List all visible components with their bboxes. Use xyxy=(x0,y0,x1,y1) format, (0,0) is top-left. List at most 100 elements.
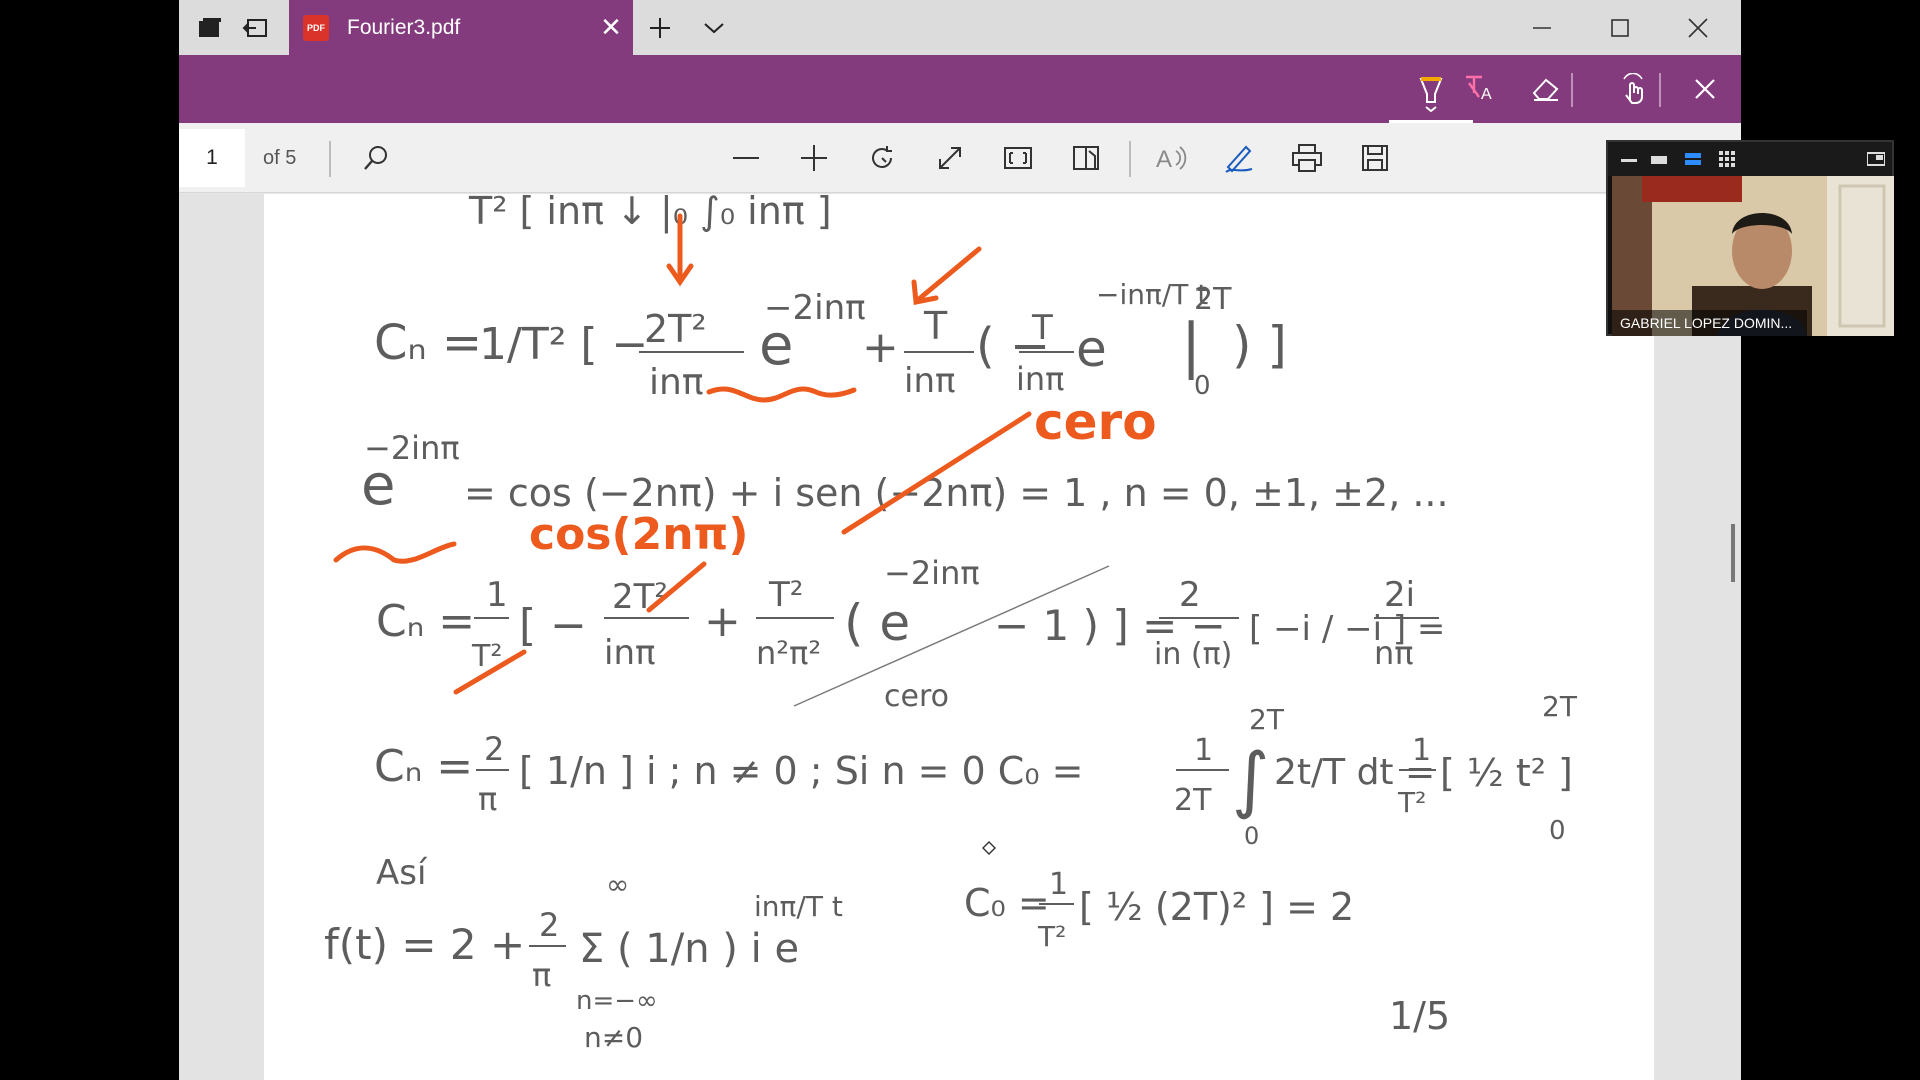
equation-line-0: T² [ inπ ↓ |₀ ∫₀ inπ ] xyxy=(468,194,832,234)
orange-underline-2 xyxy=(333,541,457,564)
eq5-sum: Σ ( 1/n ) i e xyxy=(579,926,799,972)
zoom-out-icon[interactable] xyxy=(724,137,768,179)
page-number-input[interactable]: 1 xyxy=(179,129,245,187)
eq1-lower: 0 xyxy=(1194,371,1211,401)
eq1-num: 2T² xyxy=(644,307,707,351)
eq3-cero: cero xyxy=(884,679,949,714)
eq3-npi: nπ xyxy=(1374,634,1414,672)
eq4-body: [ 1/n ] i ; n ≠ 0 ; Si n = 0 C₀ = xyxy=(519,749,1083,793)
maximize-icon[interactable] xyxy=(1581,0,1659,55)
eq3-two: 2 xyxy=(1179,575,1201,615)
eq3-cn: Cₙ = xyxy=(376,596,475,647)
text-highlight-icon[interactable]: A xyxy=(1457,67,1503,111)
close-ink-toolbar-icon[interactable] xyxy=(1682,67,1728,111)
eq4-lower: 0 xyxy=(1244,822,1259,850)
eq1-exp2: −inπ/T t xyxy=(1096,278,1208,311)
eraser-icon[interactable] xyxy=(1523,67,1569,111)
zoom-in-icon[interactable] xyxy=(792,137,836,179)
eq3-one: 1 xyxy=(486,575,508,615)
print-icon[interactable] xyxy=(1285,137,1329,179)
eq4-bracket: [ ½ t² ] xyxy=(1440,751,1573,795)
eq1-inpi: inπ xyxy=(904,361,955,401)
participant-video: GABRIEL LOPEZ DOMIN... xyxy=(1612,176,1894,336)
page-view-icon[interactable] xyxy=(1064,137,1108,179)
desktop-background: PDF Fourier3.pdf ✕ A 1 of 5 A T² [inπ ↓… xyxy=(0,0,1920,1080)
speaker-view-icon[interactable] xyxy=(1684,151,1702,167)
eq4-eval-lower: 0 xyxy=(1549,816,1566,846)
toolbar-divider xyxy=(1129,141,1131,177)
fit-to-width-icon[interactable] xyxy=(928,137,972,179)
restore-icon[interactable] xyxy=(1650,151,1668,167)
eq3-n2pi2: n²π² xyxy=(756,634,821,672)
toolbar-divider xyxy=(329,141,331,177)
close-tab-icon[interactable]: ✕ xyxy=(589,6,633,50)
eq3-e: ( e xyxy=(844,594,910,652)
eq3-num: 2T² xyxy=(612,577,668,617)
eq2-exp: −2inπ xyxy=(364,429,460,467)
eq5-inf: ∞ xyxy=(606,868,629,901)
eq4-one: 1 xyxy=(1194,733,1213,768)
video-controls-bar xyxy=(1608,142,1892,176)
eq5-asi: Así xyxy=(376,853,428,893)
minimize-icon[interactable] xyxy=(1503,0,1581,55)
video-tile[interactable]: GABRIEL LOPEZ DOMIN... xyxy=(1606,140,1894,336)
eq1-cn: Cₙ = xyxy=(374,315,482,371)
toolbar-divider xyxy=(1571,73,1573,107)
eq5-neq: n≠0 xyxy=(584,1021,643,1054)
read-aloud-icon[interactable]: A xyxy=(1149,137,1193,179)
document-viewer[interactable]: T² [ inπ ↓ |₀ ∫₀ inπ ] Cₙ = 1/T² [ − 2T²… xyxy=(179,194,1741,1080)
handwritten-notes: T² [ inπ ↓ |₀ ∫₀ inπ ] Cₙ = 1/T² [ − 2T²… xyxy=(324,194,1578,1054)
annotation-cos: cos(2nπ) xyxy=(529,509,748,560)
eq3-den: inπ xyxy=(604,633,655,673)
vertical-scrollbar[interactable] xyxy=(1731,524,1735,582)
eq1-close: ) ] xyxy=(1232,316,1287,374)
eq1-den: inπ xyxy=(649,362,704,403)
eq3-inpi: in (π) xyxy=(1154,637,1232,672)
popout-icon[interactable] xyxy=(1866,151,1886,167)
eq5-pi: π xyxy=(532,956,551,994)
rotate-icon[interactable] xyxy=(860,137,904,179)
browser-window: PDF Fourier3.pdf ✕ A 1 of 5 A T² [inπ ↓… xyxy=(179,0,1741,1080)
tab-fourier3[interactable]: PDF Fourier3.pdf ✕ xyxy=(289,0,633,55)
eq5-f: f(t) = 2 + xyxy=(324,920,525,969)
draw-pen-icon[interactable] xyxy=(1217,137,1261,179)
eq1-e2: e xyxy=(1076,320,1107,378)
tab-actions-icon[interactable] xyxy=(191,9,229,47)
touch-writing-icon[interactable] xyxy=(1611,67,1657,111)
page-mark: 1/5 xyxy=(1389,994,1450,1038)
gallery-view-icon[interactable] xyxy=(1718,151,1736,167)
pdf-toolbar: 1 of 5 A xyxy=(179,123,1741,193)
new-tab-icon[interactable] xyxy=(641,9,679,47)
eq3-frac: [ −i / −i ] = xyxy=(1249,609,1445,649)
close-window-icon[interactable] xyxy=(1659,0,1737,55)
eq1-frac: 1/T² [ − xyxy=(479,319,648,370)
orange-underline-1 xyxy=(706,386,857,403)
eq6-c0: C₀ = xyxy=(964,881,1050,925)
eq1-upper: 2T xyxy=(1194,282,1232,317)
search-icon[interactable] xyxy=(354,137,398,179)
fit-to-page-icon[interactable] xyxy=(996,137,1040,179)
minimize-icon[interactable] xyxy=(1620,151,1638,167)
page-count-label: of 5 xyxy=(263,147,297,169)
eq4-2t: 2T xyxy=(1174,783,1212,818)
eq4-cn: Cₙ = xyxy=(374,741,473,792)
save-icon[interactable] xyxy=(1353,137,1397,179)
eq3-br: [ − xyxy=(519,600,587,651)
eq5-two: 2 xyxy=(539,906,559,944)
annotation-cero: cero xyxy=(1034,393,1157,451)
eq6-t2: T² xyxy=(1037,920,1066,953)
svg-text:A: A xyxy=(1481,86,1492,103)
eq1-exp: −2inπ xyxy=(764,288,866,328)
eq5-lower: n=−∞ xyxy=(576,986,658,1016)
eq6-one: 1 xyxy=(1049,867,1068,902)
eq3-exp: −2inπ xyxy=(884,554,980,592)
participant-name: GABRIEL LOPEZ DOMIN... xyxy=(1612,310,1807,336)
eq5-exp: inπ/T t xyxy=(754,890,843,923)
tab-bar: PDF Fourier3.pdf ✕ xyxy=(179,0,1741,55)
tab-title: Fourier3.pdf xyxy=(347,15,461,39)
eq4-pi: π xyxy=(478,780,497,818)
tab-list-chevron-icon[interactable] xyxy=(695,9,733,47)
pdf-page: T² [ inπ ↓ |₀ ∫₀ inπ ] Cₙ = 1/T² [ − 2T²… xyxy=(264,194,1654,1080)
set-aside-tabs-icon[interactable] xyxy=(237,9,275,47)
eq3-2i: 2i xyxy=(1384,575,1415,615)
